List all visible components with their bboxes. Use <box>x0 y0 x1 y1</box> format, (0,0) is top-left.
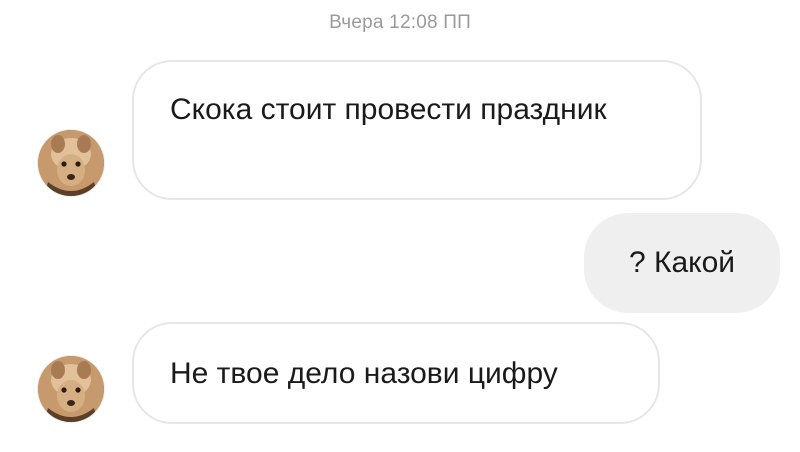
incoming-message-bubble[interactable]: Скока стоит провести праздник <box>132 60 702 200</box>
incoming-message-bubble[interactable]: Не твое дело назови цифру <box>132 322 660 424</box>
message-timestamp: Вчера 12:08 ПП <box>329 12 471 33</box>
contact-avatar[interactable] <box>38 130 104 196</box>
message-text: ? Какой <box>628 246 736 279</box>
message-text: Скока стоит провести праздник <box>170 93 607 126</box>
message-text: Не твое дело назови цифру <box>170 357 558 390</box>
avatar-photo-icon <box>38 356 104 422</box>
avatar-photo-icon <box>38 130 104 196</box>
contact-avatar[interactable] <box>38 356 104 422</box>
chat-thread: Вчера 12:08 ПП Скока стоит провести праз… <box>0 0 800 452</box>
outgoing-message-bubble[interactable]: ? Какой <box>584 213 780 313</box>
